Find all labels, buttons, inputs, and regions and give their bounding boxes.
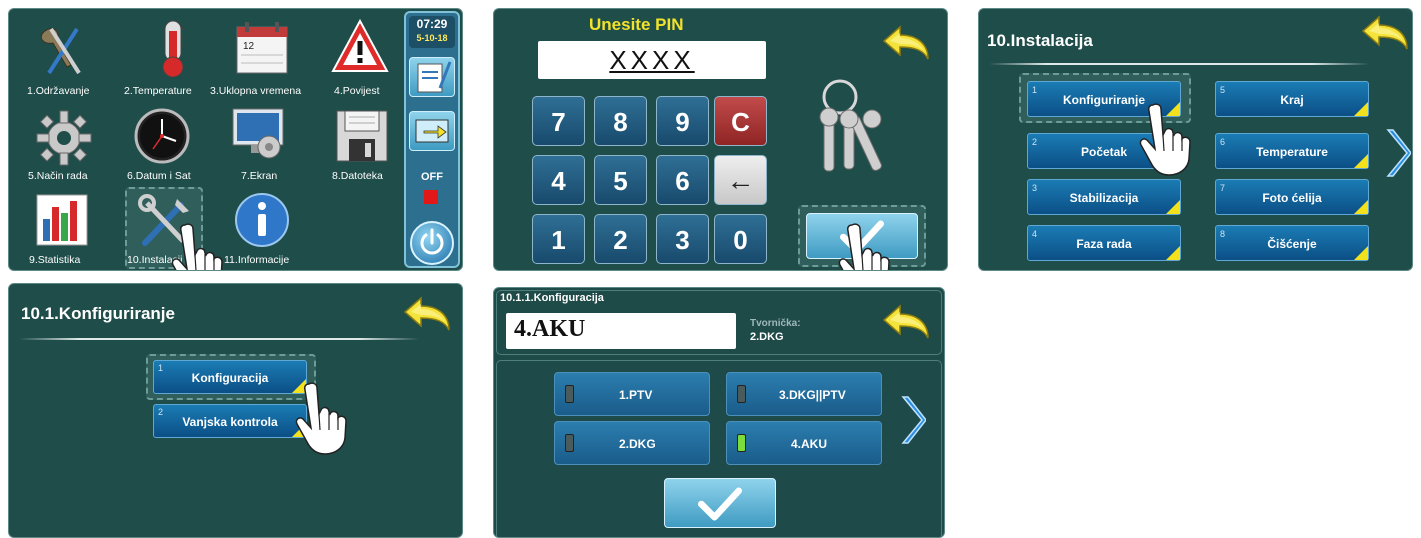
menu-label-datoteka: 8.Datoteka [332,170,383,182]
factory-value: 2.DKG [750,331,784,343]
key-5[interactable]: 5 [594,155,647,205]
warning-icon[interactable] [329,17,391,79]
vanjska-kontrola-button[interactable]: 2 Vanjska kontrola [153,404,307,438]
status-sidebar: 07:29 5-10-18 OFF [404,11,460,268]
switch-screen-button[interactable] [409,111,455,151]
key-8[interactable]: 8 [594,96,647,146]
confirm-button[interactable] [664,478,776,528]
configuration-select-panel: 10.1.1.Konfiguracija 4.AKU Tvornička: 2.… [493,287,945,538]
thermometer-icon[interactable] [142,17,204,79]
menu-label-uklopna-vremena: 3.Uklopna vremena [210,85,302,97]
monitor-icon[interactable] [227,103,289,165]
key-9[interactable]: 9 [656,96,709,146]
gear-icon[interactable] [33,107,95,169]
back-arrow-icon[interactable] [880,25,932,67]
configuration-menu-panel: 10.1.Konfiguriranje 1 Konfiguracija 2 Vanj… [8,283,463,538]
key-clear[interactable]: C [714,96,767,146]
menu-label-informacije: 11.Informacije [224,254,290,266]
menu-label-statistika: 9.Statistika [29,254,81,266]
menu-label-datum-i-sat: 6.Datum i Sat [127,170,191,182]
off-status-indicator [424,190,438,204]
clock-icon[interactable] [131,105,193,167]
pin-input-value: XXXX [609,45,695,75]
pocetak-button[interactable]: 2 Početak [1027,133,1181,169]
menu-label-odrzavanje: 1.Održavanje [27,85,90,97]
chevron-right-icon[interactable] [900,394,926,446]
menu-label-instalacija: 10.Instalacija [127,254,182,266]
tools-icon[interactable] [133,191,195,253]
broom-pliers-icon[interactable] [31,21,93,83]
page-title: 10.Instalacija [987,31,1093,50]
pin-title: Unesite PIN [589,15,684,34]
current-value: 4.AKU [514,316,586,342]
confirm-button[interactable] [806,213,918,259]
kraj-button[interactable]: 5 Kraj [1215,81,1369,117]
temperature-button[interactable]: 6 Temperature [1215,133,1369,169]
menu-label-ekran: 7.Ekran [241,170,278,182]
current-value-field: 4.AKU [506,313,736,349]
power-icon [420,228,444,255]
off-status-label: OFF [421,171,443,183]
back-arrow-icon[interactable] [401,296,453,338]
clock-date: 5-10-18 [416,33,448,43]
keys-icon [819,79,882,172]
key-6[interactable]: 6 [656,155,709,205]
option-3-dkg-ptv[interactable]: 3.DKG||PTV [726,372,882,416]
option-1-ptv[interactable]: 1.PTV [554,372,710,416]
installation-menu-panel: 10.Instalacija 1 Konfiguriranje 2 Početak … [978,8,1413,271]
chevron-right-icon[interactable] [1385,127,1411,179]
key-4[interactable]: 4 [532,155,585,205]
clock-time: 07:29 [416,17,448,31]
menu-label-temperature: 2.Temperature [124,85,192,97]
pin-entry-panel: Unesite PIN XXXX 7 8 9 C 4 5 6 ← 1 2 3 0 [493,8,948,271]
key-2[interactable]: 2 [594,214,647,264]
main-menu-panel: 1.Održavanje 2.Temperature 12 3.Uklopna … [8,8,463,271]
back-arrow-icon[interactable] [880,304,932,346]
key-1[interactable]: 1 [532,214,585,264]
info-icon[interactable] [231,189,293,251]
title-divider [989,63,1369,65]
pin-input-field[interactable]: XXXX [538,41,766,79]
faza-rada-button[interactable]: 4 Faza rada [1027,225,1181,261]
page-title: 10.1.Konfiguriranje [21,304,175,323]
stabilizacija-button[interactable]: 3 Stabilizacija [1027,179,1181,215]
factory-label: Tvornička: [750,318,801,329]
key-7[interactable]: 7 [532,96,585,146]
title-divider [19,338,419,340]
konfiguracija-button[interactable]: 1 Konfiguracija [153,360,307,394]
menu-label-povijest: 4.Povijest [334,85,380,97]
manual-button[interactable] [409,57,455,97]
ciscenje-button[interactable]: 8 Čišćenje [1215,225,1369,261]
page-title: 10.1.1.Konfiguracija [500,292,604,304]
power-button[interactable] [410,221,454,265]
key-3[interactable]: 3 [656,214,709,264]
key-backspace[interactable]: ← [714,155,767,205]
bar-chart-icon[interactable] [31,189,93,251]
calendar-icon[interactable]: 12 [231,17,293,79]
menu-label-nacin-rada: 5.Način rada [28,170,88,182]
key-0[interactable]: 0 [714,214,767,264]
foto-celija-button[interactable]: 7 Foto ćelija [1215,179,1369,215]
konfiguriranje-button[interactable]: 1 Konfiguriranje [1027,81,1181,117]
checkmark-icon [698,487,742,521]
option-2-dkg[interactable]: 2.DKG [554,421,710,465]
clock-display: 07:29 5-10-18 [409,16,455,48]
floppy-icon[interactable] [331,105,393,167]
back-arrow-icon[interactable] [1359,15,1411,57]
option-4-aku[interactable]: 4.AKU [726,421,882,465]
svg-text:12: 12 [243,41,255,52]
checkmark-icon [840,220,884,254]
